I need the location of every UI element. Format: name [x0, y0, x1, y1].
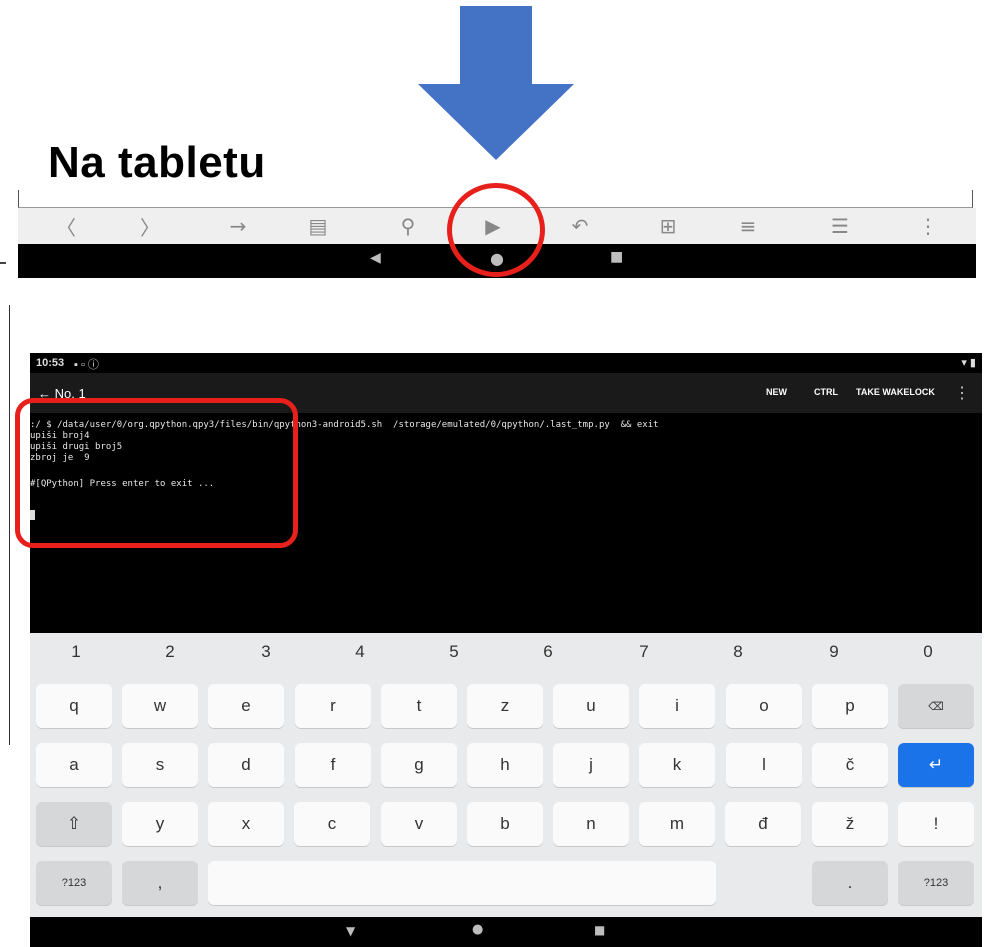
period-key[interactable]: . — [812, 861, 888, 905]
key-row3[interactable]: x — [208, 802, 284, 846]
key-row3[interactable]: c — [294, 802, 370, 846]
down-arrow-icon — [418, 6, 574, 160]
key-row3[interactable]: b — [467, 802, 543, 846]
on-screen-keyboard: 1234567890qwertzuiopšasdfghjklčćyxcvbnmđ… — [30, 633, 982, 917]
arrow-right-icon[interactable]: → — [208, 208, 268, 244]
key-row2[interactable]: d — [208, 743, 284, 787]
forward-icon[interactable]: 〉 — [120, 208, 180, 244]
space-key[interactable] — [208, 861, 716, 905]
page-title: Na tabletu — [48, 138, 266, 187]
key-row2[interactable]: f — [295, 743, 371, 787]
new-button[interactable]: NEW — [766, 387, 787, 397]
key-row1[interactable]: u — [553, 684, 629, 728]
key-number[interactable]: 7 — [604, 633, 684, 671]
highlight-box — [15, 398, 298, 548]
key-row2[interactable]: h — [467, 743, 543, 787]
back-icon[interactable]: 〈 — [36, 208, 96, 244]
nav-back-icon[interactable]: ◀ — [370, 250, 381, 266]
status-bar: 10:53 ▪ ▫ ⓘ ▾ ▮ — [30, 353, 982, 373]
list-icon[interactable]: ☰ — [810, 208, 870, 244]
nav-home-icon[interactable]: ● — [472, 922, 483, 937]
shift-key[interactable]: ⇧ — [36, 802, 112, 846]
key-row3[interactable]: m — [639, 802, 715, 846]
key-row1[interactable]: q — [36, 684, 112, 728]
notification-icon: ▪ ▫ ⓘ — [74, 359, 99, 371]
key-number[interactable]: 5 — [414, 633, 494, 671]
key-number[interactable]: 3 — [226, 633, 306, 671]
divider — [0, 262, 6, 264]
save-icon[interactable]: ▤ — [288, 208, 348, 244]
key-row2[interactable]: k — [639, 743, 715, 787]
key-row3[interactable]: đ — [725, 802, 801, 846]
key-row1[interactable]: o — [726, 684, 802, 728]
key-row1[interactable]: w — [122, 684, 198, 728]
key-row1[interactable]: p — [812, 684, 888, 728]
key-row1[interactable]: r — [295, 684, 371, 728]
key-number[interactable]: 2 — [130, 633, 210, 671]
key-row2[interactable]: g — [381, 743, 457, 787]
nav-recents-icon[interactable]: ■ — [610, 249, 623, 265]
key-row3[interactable]: ! — [898, 802, 974, 846]
key-row2[interactable]: č — [812, 743, 888, 787]
undo-icon[interactable]: ↶ — [550, 208, 610, 244]
key-row1[interactable]: e — [208, 684, 284, 728]
key-row2[interactable]: j — [553, 743, 629, 787]
enter-key[interactable]: ↵ — [898, 743, 974, 787]
highlight-circle — [447, 183, 545, 277]
key-row1[interactable]: t — [381, 684, 457, 728]
key-row3[interactable]: n — [553, 802, 629, 846]
add-snippet-icon[interactable]: ⊞ — [638, 208, 698, 244]
key-row1[interactable]: i — [639, 684, 715, 728]
battery-wifi-icon: ▾ ▮ — [961, 357, 976, 369]
ctrl-button[interactable]: CTRL — [814, 387, 838, 397]
more-icon[interactable]: ⋮ — [898, 208, 958, 244]
key-row1[interactable]: z — [467, 684, 543, 728]
key-number[interactable]: 9 — [794, 633, 874, 671]
side-frame — [0, 305, 10, 745]
wakelock-button[interactable]: TAKE WAKELOCK — [856, 387, 935, 397]
search-icon[interactable]: ⚲ — [378, 208, 438, 244]
android-nav-bar-bottom: ▼ ● ■ — [30, 917, 982, 947]
backspace-key[interactable]: ⌫ — [898, 684, 974, 728]
key-number[interactable]: 4 — [320, 633, 400, 671]
overflow-menu-icon[interactable]: ⋮ — [954, 383, 970, 403]
symbols-key-right[interactable]: ?123 — [898, 861, 974, 905]
key-row2[interactable]: a — [36, 743, 112, 787]
key-row2[interactable]: l — [726, 743, 802, 787]
symbols-key[interactable]: ?123 — [36, 861, 112, 905]
key-number[interactable]: 0 — [888, 633, 968, 671]
key-row3[interactable]: ž — [812, 802, 888, 846]
comma-key[interactable]: , — [122, 861, 198, 905]
key-row3[interactable]: y — [122, 802, 198, 846]
key-number[interactable]: 8 — [698, 633, 778, 671]
key-row2[interactable]: s — [122, 743, 198, 787]
nav-recents-icon[interactable]: ■ — [594, 923, 605, 937]
align-left-icon[interactable]: ≡ — [718, 208, 778, 244]
status-time: 10:53 — [36, 357, 65, 369]
key-row3[interactable]: v — [381, 802, 457, 846]
key-number[interactable]: 6 — [508, 633, 588, 671]
nav-back-icon[interactable]: ▼ — [346, 924, 355, 938]
key-number[interactable]: 1 — [36, 633, 116, 671]
